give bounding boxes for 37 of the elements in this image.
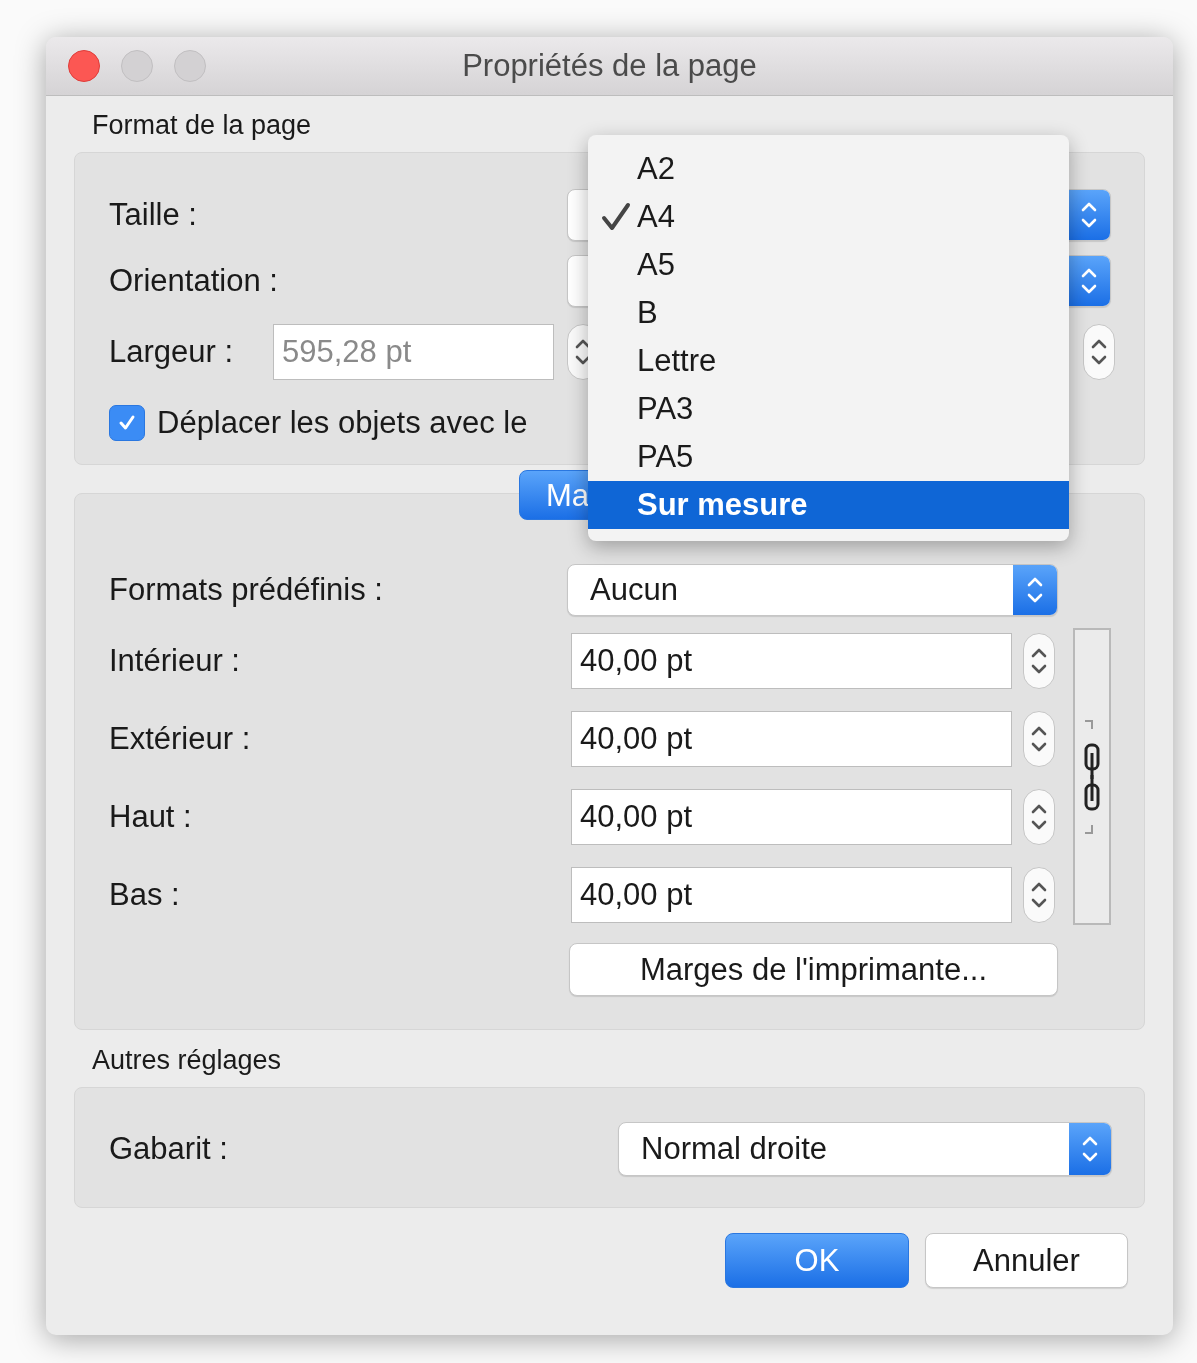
field-label: Formats prédéfinis : <box>109 572 384 608</box>
menu-item[interactable]: PA3 <box>588 385 1069 433</box>
section-heading: Format de la page <box>91 110 312 140</box>
checkbox[interactable] <box>109 405 145 441</box>
margin-field[interactable]: 40,00 pt <box>571 789 1012 845</box>
checkbox-label: Déplacer les objets avec le <box>157 405 528 441</box>
cancel-button[interactable]: Annuler <box>925 1233 1128 1288</box>
field-label: Intérieur : <box>109 643 241 679</box>
field-label: Largeur : <box>109 334 235 370</box>
template-popup[interactable]: Normal droite <box>618 1121 1112 1176</box>
margin-field[interactable]: 40,00 pt <box>571 633 1012 689</box>
field-label: Extérieur : <box>109 721 252 757</box>
field-label: Haut : <box>109 799 193 835</box>
menu-item[interactable]: A2 <box>588 145 1069 193</box>
margin-field[interactable]: 40,00 pt <box>571 711 1012 767</box>
checkmark-icon <box>600 202 631 232</box>
stepper[interactable] <box>1023 711 1055 767</box>
menu-item[interactable]: Lettre <box>588 337 1069 385</box>
window-title: Propriétés de la page <box>462 48 757 84</box>
link-toggle[interactable] <box>1073 628 1111 925</box>
presets-popup[interactable]: Aucun <box>567 564 1058 616</box>
section-heading: Autres réglages <box>91 1045 282 1075</box>
stepper[interactable] <box>1083 324 1115 380</box>
menu-item[interactable]: Sur mesure <box>588 481 1069 529</box>
stepper[interactable] <box>1023 633 1055 689</box>
menu-item[interactable]: A5 <box>588 241 1069 289</box>
field-label: Bas : <box>109 877 181 913</box>
menu-item[interactable]: A4 <box>588 193 1069 241</box>
margin-field[interactable]: 40,00 pt <box>571 867 1012 923</box>
printer-margins-button[interactable]: Marges de l'imprimante... <box>569 943 1058 996</box>
field-label: Gabarit : <box>109 1130 229 1167</box>
menu-item[interactable]: B <box>588 289 1069 337</box>
field-label: Orientation : <box>109 263 279 299</box>
stepper[interactable] <box>1023 789 1055 845</box>
field-label: Taille : <box>109 197 198 233</box>
close-button[interactable] <box>68 50 100 82</box>
stepper[interactable] <box>1023 867 1055 923</box>
